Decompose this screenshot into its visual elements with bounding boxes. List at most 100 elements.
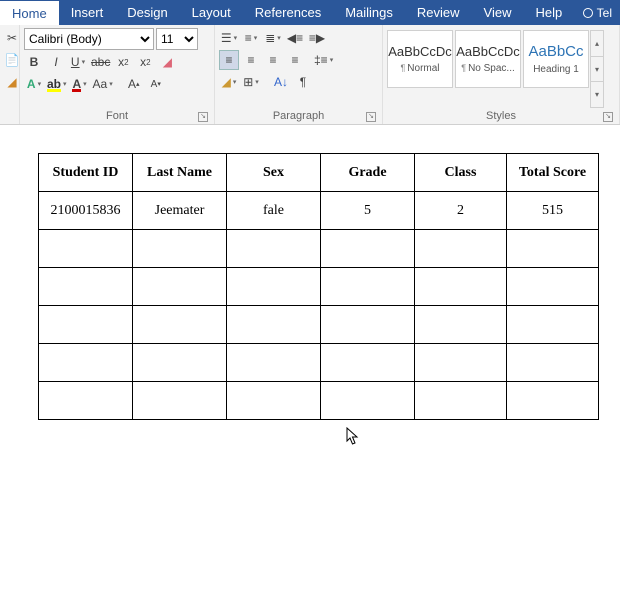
show-marks-button[interactable]: ¶ <box>293 72 313 92</box>
table-cell[interactable] <box>321 344 415 382</box>
line-spacing-button[interactable]: ‡≡▾ <box>313 50 334 70</box>
table-cell[interactable]: fale <box>227 192 321 230</box>
table-cell[interactable] <box>415 306 507 344</box>
table-cell[interactable] <box>415 230 507 268</box>
table-cell[interactable] <box>39 306 133 344</box>
table-cell[interactable] <box>415 344 507 382</box>
copy-button[interactable]: 📄 <box>2 51 22 69</box>
table-cell[interactable] <box>507 306 599 344</box>
sort-icon: A↓ <box>274 75 288 89</box>
table-cell[interactable] <box>507 230 599 268</box>
table-cell[interactable]: 5 <box>321 192 415 230</box>
shrink-font-button[interactable]: A▾ <box>146 74 166 94</box>
text-effects-button[interactable]: A▾ <box>24 74 44 94</box>
table-cell[interactable] <box>227 306 321 344</box>
table-header-cell[interactable]: Class <box>415 154 507 192</box>
tab-references[interactable]: References <box>243 0 333 25</box>
lightbulb-icon <box>583 8 593 18</box>
style-normal[interactable]: AaBbCcDc ¶Normal <box>387 30 453 88</box>
table-header-cell[interactable]: Total Score <box>507 154 599 192</box>
styles-down[interactable]: ▾ <box>591 57 603 83</box>
table-cell[interactable] <box>39 268 133 306</box>
change-case-button[interactable]: Aa▾ <box>92 74 114 94</box>
paragraph-launcher[interactable]: ↘ <box>366 112 376 122</box>
style-no-spacing[interactable]: AaBbCcDc ¶No Spac... <box>455 30 521 88</box>
table-cell[interactable] <box>133 268 227 306</box>
tab-home[interactable]: Home <box>0 0 59 25</box>
styles-up[interactable]: ▴ <box>591 31 603 57</box>
bold-button[interactable]: B <box>24 52 44 72</box>
table-cell[interactable] <box>321 306 415 344</box>
highlight-button[interactable]: ab▾ <box>46 74 68 94</box>
table-cell[interactable] <box>227 268 321 306</box>
font-color-button[interactable]: A▾ <box>70 74 90 94</box>
table-header-cell[interactable]: Student ID <box>39 154 133 192</box>
align-left-button[interactable]: ≡ <box>219 50 239 70</box>
style-heading1[interactable]: AaBbCc Heading 1 <box>523 30 589 88</box>
style-preview: AaBbCcDc <box>456 44 520 59</box>
table-cell[interactable]: Jeemater <box>133 192 227 230</box>
table-cell[interactable] <box>415 268 507 306</box>
table-cell[interactable] <box>39 230 133 268</box>
strikethrough-button[interactable]: abc <box>90 52 111 72</box>
font-size-select[interactable]: 11 <box>156 28 198 50</box>
tab-view[interactable]: View <box>472 0 524 25</box>
tab-layout[interactable]: Layout <box>180 0 243 25</box>
superscript-button[interactable]: x2 <box>135 52 155 72</box>
grow-font-button[interactable]: A▴ <box>124 74 144 94</box>
document-area[interactable]: Student IDLast NameSexGradeClassTotal Sc… <box>0 125 620 420</box>
tab-help[interactable]: Help <box>523 0 574 25</box>
font-name-select[interactable]: Calibri (Body) <box>24 28 154 50</box>
sort-button[interactable]: A↓ <box>271 72 291 92</box>
justify-button[interactable]: ≡ <box>285 50 305 70</box>
table-cell[interactable]: 2 <box>415 192 507 230</box>
shading-button[interactable]: ◢▾ <box>219 72 239 92</box>
italic-button[interactable]: I <box>46 52 66 72</box>
styles-more[interactable]: ▾ <box>591 82 603 107</box>
table-cell[interactable] <box>321 230 415 268</box>
document-table[interactable]: Student IDLast NameSexGradeClassTotal Sc… <box>38 153 599 420</box>
table-cell[interactable] <box>133 230 227 268</box>
table-cell[interactable]: 2100015836 <box>39 192 133 230</box>
table-cell[interactable] <box>39 382 133 420</box>
table-body: 2100015836Jeematerfale52515 <box>39 192 599 420</box>
table-cell[interactable] <box>133 382 227 420</box>
table-header-cell[interactable]: Grade <box>321 154 415 192</box>
format-painter-button[interactable]: ◢ <box>2 73 22 91</box>
tab-insert[interactable]: Insert <box>59 0 116 25</box>
table-cell[interactable]: 515 <box>507 192 599 230</box>
decrease-indent-button[interactable]: ◀≡ <box>285 28 305 48</box>
align-right-button[interactable]: ≡ <box>263 50 283 70</box>
multilevel-button[interactable]: ≣▾ <box>263 28 283 48</box>
table-cell[interactable] <box>507 344 599 382</box>
table-cell[interactable] <box>321 382 415 420</box>
underline-button[interactable]: U▾ <box>68 52 88 72</box>
align-center-button[interactable]: ≡ <box>241 50 261 70</box>
tell-me[interactable]: Tel <box>575 0 620 25</box>
table-cell[interactable] <box>507 382 599 420</box>
numbering-button[interactable]: ≡▾ <box>241 28 261 48</box>
borders-button[interactable]: ⊞▾ <box>241 72 261 92</box>
table-cell[interactable] <box>321 268 415 306</box>
tab-design[interactable]: Design <box>115 0 179 25</box>
bullets-icon: ☰ <box>221 31 232 45</box>
table-cell[interactable] <box>227 230 321 268</box>
table-cell[interactable] <box>133 344 227 382</box>
tab-mailings[interactable]: Mailings <box>333 0 405 25</box>
bullets-button[interactable]: ☰▾ <box>219 28 239 48</box>
tab-review[interactable]: Review <box>405 0 472 25</box>
font-launcher[interactable]: ↘ <box>198 112 208 122</box>
table-cell[interactable] <box>133 306 227 344</box>
table-cell[interactable] <box>227 382 321 420</box>
table-cell[interactable] <box>415 382 507 420</box>
table-header-cell[interactable]: Last Name <box>133 154 227 192</box>
table-cell[interactable] <box>507 268 599 306</box>
increase-indent-button[interactable]: ≡▶ <box>307 28 327 48</box>
styles-launcher[interactable]: ↘ <box>603 112 613 122</box>
cut-button[interactable]: ✂ <box>2 29 22 47</box>
table-cell[interactable] <box>39 344 133 382</box>
clear-formatting-button[interactable]: ◢ <box>157 52 177 72</box>
table-cell[interactable] <box>227 344 321 382</box>
subscript-button[interactable]: x2 <box>113 52 133 72</box>
table-header-cell[interactable]: Sex <box>227 154 321 192</box>
